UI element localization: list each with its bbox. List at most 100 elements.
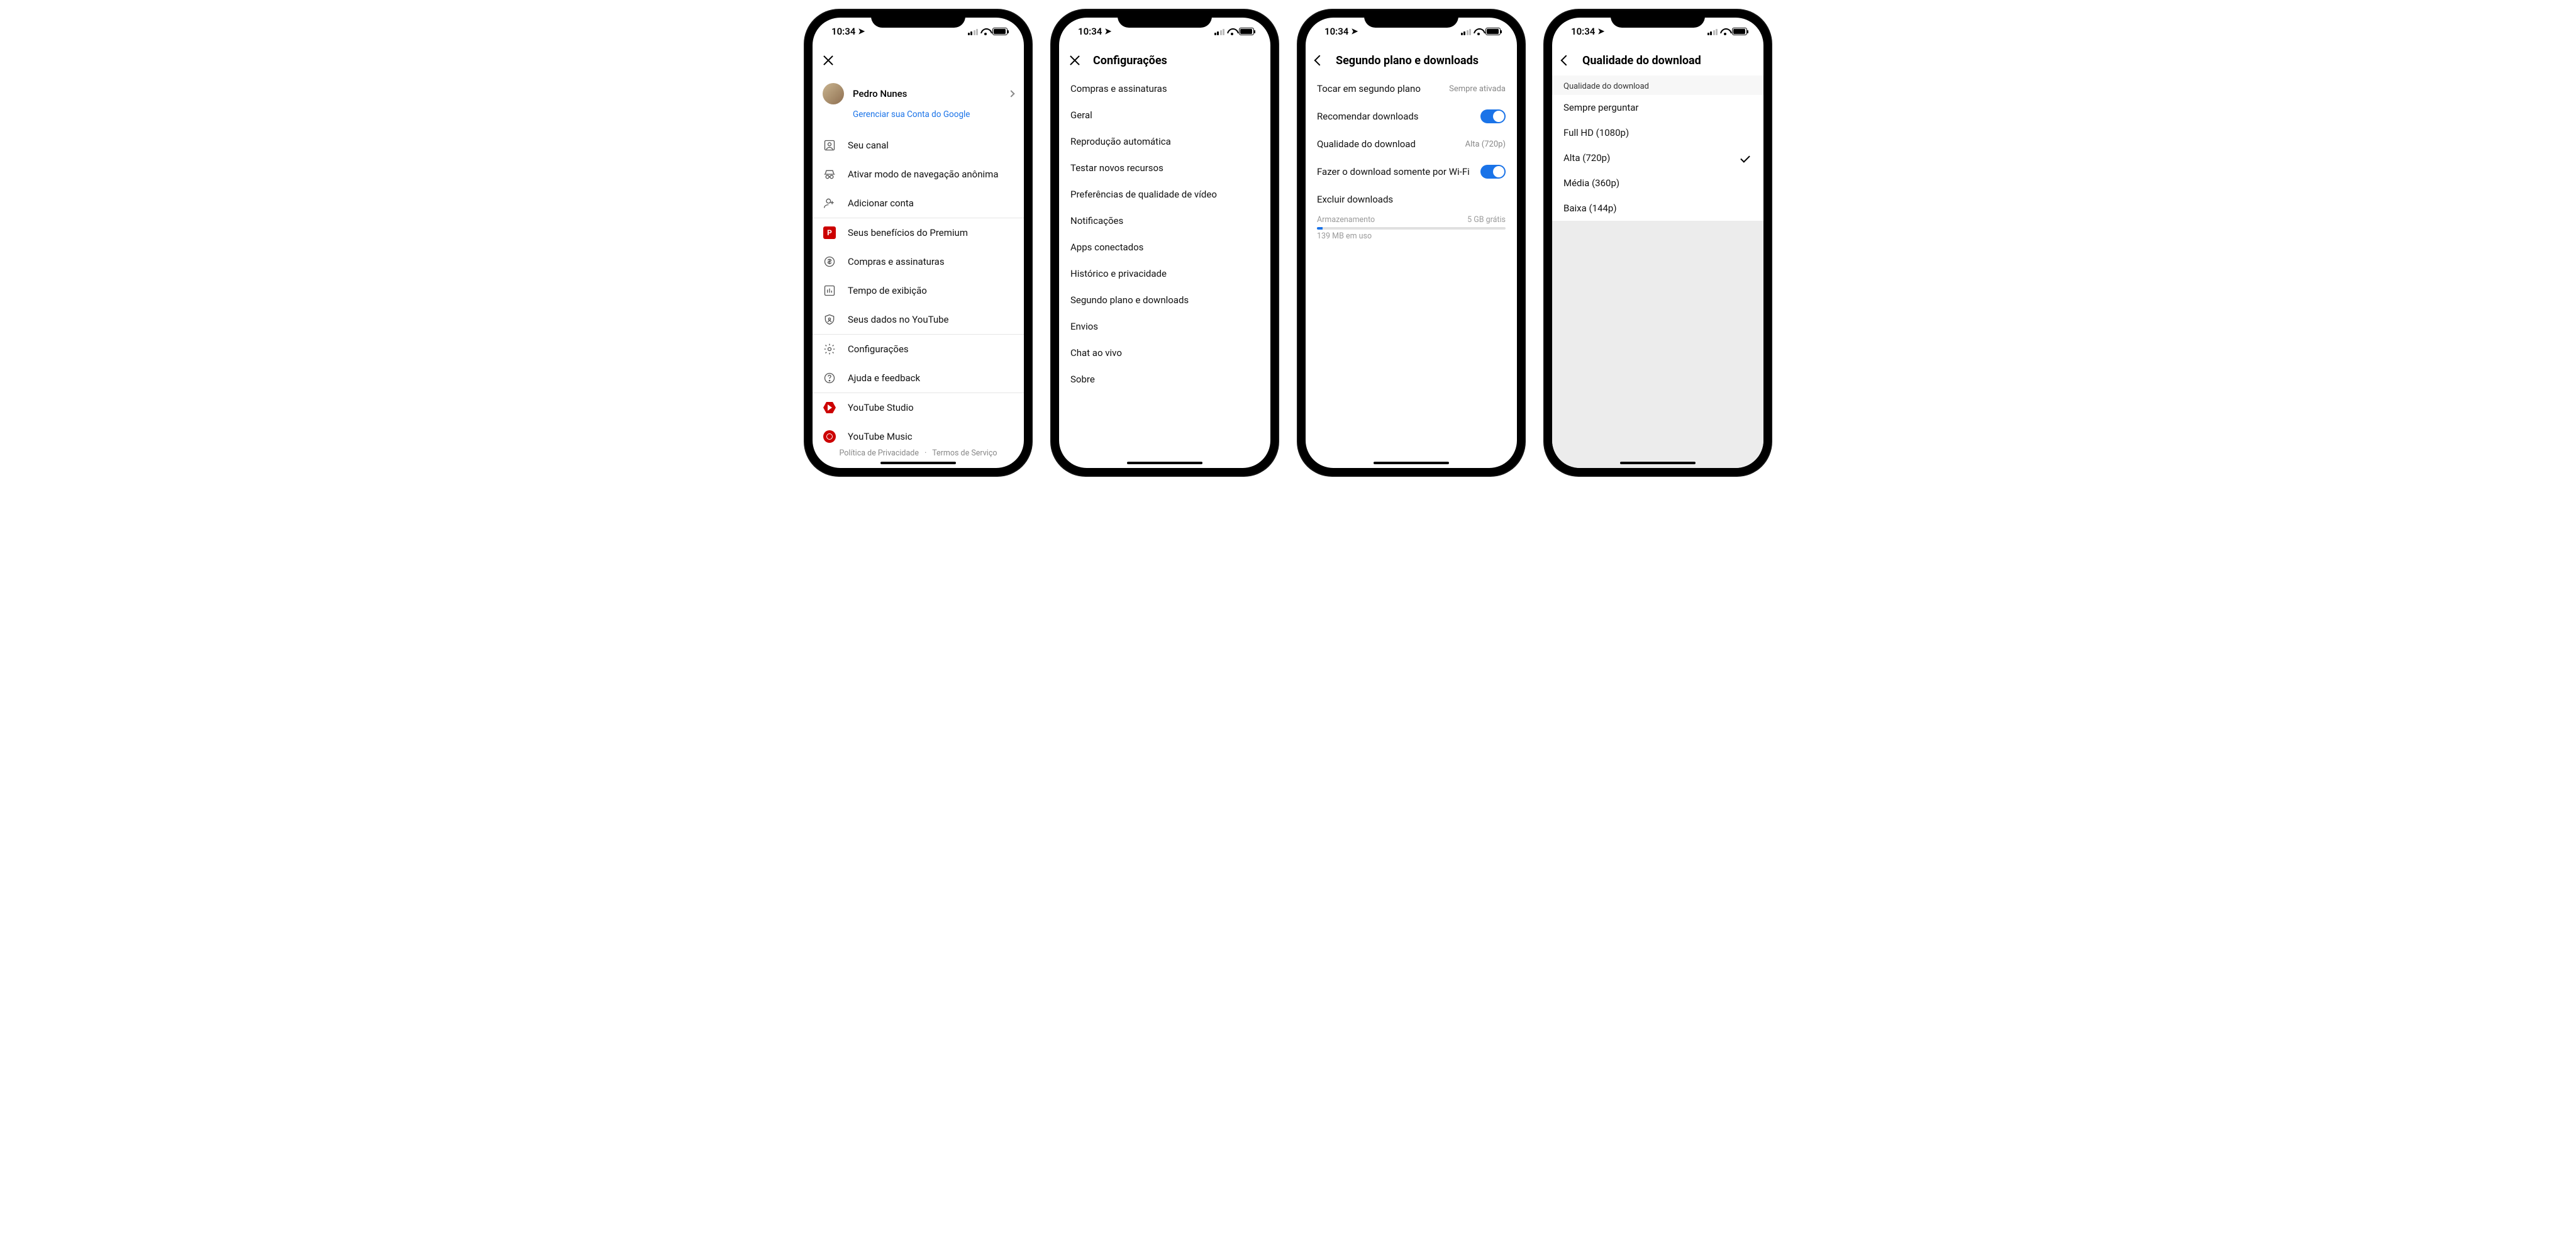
person-box-icon bbox=[823, 138, 836, 152]
settings-item[interactable]: Histórico e privacidade bbox=[1059, 260, 1270, 287]
menu-label: YouTube Studio bbox=[848, 402, 914, 413]
settings-item[interactable]: Apps conectados bbox=[1059, 234, 1270, 260]
menu-purchases[interactable]: Compras e assinaturas bbox=[813, 247, 1024, 276]
status-time: 10:34 bbox=[1571, 26, 1595, 37]
menu-yt-studio[interactable]: YouTube Studio bbox=[813, 393, 1024, 422]
option-label: Baixa (144p) bbox=[1563, 203, 1617, 214]
nav-header bbox=[813, 45, 1024, 75]
storage-free: 5 GB grátis bbox=[1467, 215, 1506, 225]
settings-item[interactable]: Geral bbox=[1059, 102, 1270, 128]
toggle-switch[interactable] bbox=[1480, 109, 1506, 123]
menu-label: Seu canal bbox=[848, 140, 889, 151]
back-icon[interactable] bbox=[1561, 55, 1572, 66]
home-indicator[interactable] bbox=[1374, 462, 1449, 464]
user-name: Pedro Nunes bbox=[853, 88, 1000, 99]
gear-icon bbox=[823, 342, 836, 356]
settings-item[interactable]: Notificações bbox=[1059, 208, 1270, 234]
cellular-icon bbox=[968, 28, 979, 35]
notch bbox=[1611, 10, 1705, 28]
settings-item[interactable]: Envios bbox=[1059, 313, 1270, 340]
settings-item[interactable]: Sobre bbox=[1059, 366, 1270, 393]
row-recommend-downloads[interactable]: Recomendar downloads bbox=[1306, 102, 1517, 131]
chart-icon bbox=[823, 284, 836, 298]
menu-add-account[interactable]: Adicionar conta bbox=[813, 189, 1024, 218]
quality-option[interactable]: Baixa (144p) bbox=[1552, 196, 1763, 221]
menu-your-data[interactable]: Seus dados no YouTube bbox=[813, 305, 1024, 334]
menu-your-channel[interactable]: Seu canal bbox=[813, 131, 1024, 160]
shield-icon bbox=[823, 313, 836, 326]
settings-item[interactable]: Segundo plano e downloads bbox=[1059, 287, 1270, 313]
home-indicator[interactable] bbox=[1127, 462, 1202, 464]
status-time: 10:34 bbox=[1324, 26, 1348, 37]
phone-quality: 10:34 ➤ Qualidade do download Qualidade … bbox=[1545, 10, 1771, 476]
close-icon[interactable] bbox=[1069, 55, 1080, 66]
battery-icon bbox=[1239, 28, 1254, 35]
menu-label: Tempo de exibição bbox=[848, 285, 927, 296]
nav-header: Segundo plano e downloads bbox=[1306, 45, 1517, 75]
battery-icon bbox=[1732, 28, 1747, 35]
menu-help[interactable]: Ajuda e feedback bbox=[813, 364, 1024, 393]
location-icon: ➤ bbox=[858, 27, 865, 36]
storage-block: Armazenamento 5 GB grátis 139 MB em uso bbox=[1306, 213, 1517, 241]
menu-label: Ajuda e feedback bbox=[848, 372, 920, 384]
location-icon: ➤ bbox=[1104, 27, 1111, 36]
menu-watch-time[interactable]: Tempo de exibição bbox=[813, 276, 1024, 305]
nav-header: Configurações bbox=[1059, 45, 1270, 75]
cellular-icon bbox=[1461, 28, 1472, 35]
menu-settings[interactable]: Configurações bbox=[813, 335, 1024, 364]
checkmark-icon bbox=[1740, 153, 1750, 163]
row-label: Fazer o download somente por Wi-Fi bbox=[1317, 166, 1470, 177]
phone-settings: 10:34 ➤ Configurações Compras e assinatu… bbox=[1052, 10, 1278, 476]
option-label: Alta (720p) bbox=[1563, 152, 1610, 164]
menu-label: Ativar modo de navegação anônima bbox=[848, 169, 998, 180]
account-row[interactable]: Pedro Nunes bbox=[823, 79, 1014, 108]
page-title: Segundo plano e downloads bbox=[1336, 54, 1479, 67]
manage-account-link[interactable]: Gerenciar sua Conta do Google bbox=[853, 109, 1014, 120]
back-icon[interactable] bbox=[1314, 55, 1325, 66]
row-label: Excluir downloads bbox=[1317, 194, 1393, 205]
status-time: 10:34 bbox=[1078, 26, 1102, 37]
footer-links: Política de Privacidade · Termos de Serv… bbox=[813, 448, 1024, 458]
close-icon[interactable] bbox=[823, 55, 834, 66]
row-delete-downloads[interactable]: Excluir downloads bbox=[1306, 186, 1517, 213]
quality-option-selected[interactable]: Alta (720p) bbox=[1552, 145, 1763, 170]
wifi-icon bbox=[1474, 28, 1483, 35]
row-wifi-only[interactable]: Fazer o download somente por Wi-Fi bbox=[1306, 157, 1517, 186]
dollar-icon bbox=[823, 255, 836, 269]
status-time: 10:34 bbox=[831, 26, 855, 37]
option-label: Sempre perguntar bbox=[1563, 102, 1639, 113]
privacy-link[interactable]: Política de Privacidade bbox=[840, 448, 919, 458]
settings-item[interactable]: Preferências de qualidade de vídeo bbox=[1059, 181, 1270, 208]
row-value: Alta (720p) bbox=[1465, 140, 1506, 149]
settings-item[interactable]: Reprodução automática bbox=[1059, 128, 1270, 155]
settings-item[interactable]: Testar novos recursos bbox=[1059, 155, 1270, 181]
nav-header: Qualidade do download bbox=[1552, 45, 1763, 75]
row-background-play[interactable]: Tocar em segundo plano Sempre ativada bbox=[1306, 75, 1517, 102]
chevron-right-icon bbox=[1008, 90, 1014, 97]
wifi-icon bbox=[980, 28, 990, 35]
location-icon: ➤ bbox=[1351, 27, 1358, 36]
quality-option[interactable]: Sempre perguntar bbox=[1552, 95, 1763, 120]
menu-premium[interactable]: P Seus benefícios do Premium bbox=[813, 218, 1024, 247]
menu-label: Adicionar conta bbox=[848, 198, 914, 209]
terms-link[interactable]: Termos de Serviço bbox=[932, 448, 997, 458]
toggle-switch[interactable] bbox=[1480, 165, 1506, 179]
storage-bar bbox=[1317, 227, 1506, 230]
menu-incognito[interactable]: Ativar modo de navegação anônima bbox=[813, 160, 1024, 189]
quality-option[interactable]: Full HD (1080p) bbox=[1552, 120, 1763, 145]
home-indicator[interactable] bbox=[880, 462, 956, 464]
option-label: Full HD (1080p) bbox=[1563, 127, 1629, 138]
menu-yt-music[interactable]: YouTube Music bbox=[813, 422, 1024, 451]
battery-icon bbox=[1485, 28, 1501, 35]
home-indicator[interactable] bbox=[1620, 462, 1696, 464]
avatar bbox=[823, 83, 844, 104]
row-download-quality[interactable]: Qualidade do download Alta (720p) bbox=[1306, 131, 1517, 157]
page-title: Qualidade do download bbox=[1582, 54, 1701, 67]
row-label: Tocar em segundo plano bbox=[1317, 83, 1421, 94]
quality-option[interactable]: Média (360p) bbox=[1552, 170, 1763, 196]
wifi-icon bbox=[1720, 28, 1729, 35]
settings-item[interactable]: Compras e assinaturas bbox=[1059, 75, 1270, 102]
settings-item[interactable]: Chat ao vivo bbox=[1059, 340, 1270, 366]
row-label: Recomendar downloads bbox=[1317, 111, 1419, 122]
menu-label: YouTube Music bbox=[848, 431, 913, 442]
